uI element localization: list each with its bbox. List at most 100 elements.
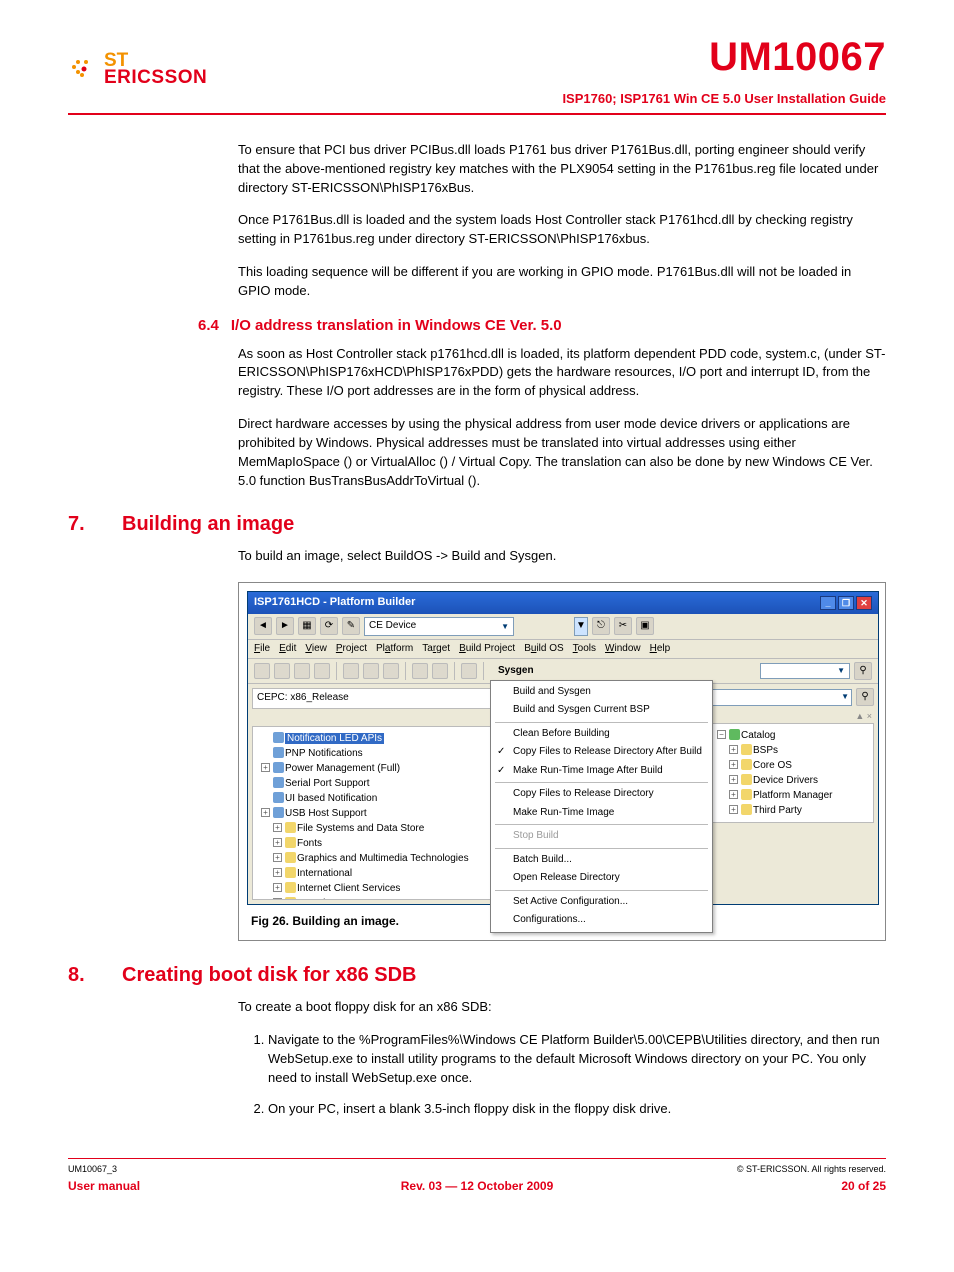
menu-build-os[interactable]: Build OS	[524, 642, 563, 657]
menu-item-clean-before[interactable]: Clean Before Building	[491, 725, 712, 744]
menu-help[interactable]: Help	[650, 642, 671, 657]
menu-bar[interactable]: File Edit View Project Platform Target B…	[248, 640, 878, 660]
toolbar-icon[interactable]: ⚲	[854, 662, 872, 680]
figure-26-container: ISP1761HCD - Platform Builder _ ❐ ✕ ◄ ► …	[238, 582, 886, 941]
platform-builder-window: ISP1761HCD - Platform Builder _ ❐ ✕ ◄ ► …	[247, 591, 879, 904]
tree-item[interactable]: International	[297, 868, 352, 879]
tree-item[interactable]: Notification LED APIs	[285, 733, 384, 744]
toolbar-combo[interactable]: ▼	[760, 663, 850, 679]
minimize-button[interactable]: _	[820, 596, 836, 610]
build-os-menu-trigger[interactable]: Sysgen	[490, 663, 542, 678]
catalog-pane: ▼ ⚲ ▲ × −Catalog +BSPs +Core OS +Device …	[708, 684, 878, 904]
catalog-item[interactable]: Platform Manager	[753, 790, 832, 801]
tree-item[interactable]: PNP Notifications	[285, 748, 363, 759]
toolbar-icon[interactable]: ✂	[614, 617, 632, 635]
pane-resize-handle[interactable]: ▲ ×	[712, 710, 874, 723]
menu-window[interactable]: Window	[605, 642, 641, 657]
small-dropdown[interactable]: ▼	[574, 617, 588, 636]
window-title-text: ISP1761HCD - Platform Builder	[254, 595, 415, 611]
menu-tools[interactable]: Tools	[573, 642, 596, 657]
menu-item-open-release-dir[interactable]: Open Release Directory	[491, 869, 712, 888]
menu-file[interactable]: File	[254, 642, 270, 657]
catalog-item[interactable]: Catalog	[741, 730, 775, 741]
section-6-4-title: I/O address translation in Windows CE Ve…	[231, 315, 562, 337]
tree-item[interactable]: USB Host Support	[285, 808, 367, 819]
menu-build-project[interactable]: Build Project	[459, 642, 515, 657]
toolbar-undo-icon[interactable]	[412, 663, 428, 679]
nav-back-button[interactable]: ◄	[254, 617, 272, 635]
body-paragraph: To create a boot floppy disk for an x86 …	[238, 998, 886, 1017]
pane-resize-handle[interactable]: ▲ ×	[252, 713, 513, 726]
tree-item[interactable]: Graphics and Multimedia Technologies	[297, 853, 469, 864]
section-7-title: Building an image	[122, 510, 294, 539]
section-7-number: 7.	[68, 510, 108, 539]
toolbar-icon[interactable]: ▣	[636, 617, 654, 635]
menu-item-make-rti-after[interactable]: ✓Make Run-Time Image After Build	[491, 762, 712, 781]
body-paragraph: Once P1761Bus.dll is loaded and the syst…	[238, 211, 886, 249]
tree-item[interactable]: Internet Client Services	[297, 883, 400, 894]
tree-item[interactable]: UI based Notification	[285, 793, 377, 804]
footer-doc-ref: UM10067_3	[68, 1163, 117, 1176]
toolbar-redo-icon[interactable]	[432, 663, 448, 679]
section-8-title: Creating boot disk for x86 SDB	[122, 961, 417, 990]
feature-tree[interactable]: Notification LED APIs PNP Notifications …	[252, 726, 513, 900]
catalog-search-icon[interactable]: ⚲	[856, 688, 874, 706]
menu-platform[interactable]: Platform	[376, 642, 413, 657]
menu-item-configurations[interactable]: Configurations...	[491, 911, 712, 930]
menu-project[interactable]: Project	[336, 642, 367, 657]
tree-item[interactable]: Serial Port Support	[285, 778, 370, 789]
footer-copyright: © ST-ERICSSON. All rights reserved.	[737, 1163, 886, 1176]
catalog-combo[interactable]: ▼	[712, 689, 852, 706]
toolbar-paste-icon[interactable]	[383, 663, 399, 679]
nav-forward-button[interactable]: ►	[276, 617, 294, 635]
toolbar-icon[interactable]	[461, 663, 477, 679]
footer-page-number: 20 of 25	[613, 1178, 886, 1195]
catalog-tree[interactable]: −Catalog +BSPs +Core OS +Device Drivers …	[712, 723, 874, 823]
tree-item[interactable]: Power Management (Full)	[285, 763, 400, 774]
tree-item[interactable]: Fonts	[297, 838, 322, 849]
toolbar-save-icon[interactable]	[294, 663, 310, 679]
catalog-item[interactable]: BSPs	[753, 745, 778, 756]
menu-target[interactable]: Target	[422, 642, 450, 657]
toolbar-saveall-icon[interactable]	[314, 663, 330, 679]
toolbar-copy-icon[interactable]	[363, 663, 379, 679]
toolbar-cut-icon[interactable]	[343, 663, 359, 679]
workspace-pane: CEPC: x86_Release ▼ ▲ × Notification LED…	[248, 684, 518, 904]
menu-item-copy-after[interactable]: ✓Copy Files to Release Directory After B…	[491, 743, 712, 762]
toolbar-icon[interactable]: ⎋	[592, 617, 610, 635]
logo-text-bottom: ERICSSON	[104, 69, 207, 86]
step-1: Navigate to the %ProgramFiles%\Windows C…	[268, 1031, 886, 1088]
toolbar-icon[interactable]: ✎	[342, 617, 360, 635]
toolbar-new-icon[interactable]	[254, 663, 270, 679]
catalog-item[interactable]: Core OS	[753, 760, 792, 771]
menu-view[interactable]: View	[305, 642, 327, 657]
tree-item[interactable]: Security	[297, 898, 333, 900]
menu-item-build-and-sysgen[interactable]: Build and Sysgen	[491, 683, 712, 702]
catalog-item[interactable]: Third Party	[753, 805, 802, 816]
menu-item-make-rti[interactable]: Make Run-Time Image	[491, 804, 712, 823]
catalog-item[interactable]: Device Drivers	[753, 775, 818, 786]
device-dropdown-value: CE Device	[369, 619, 416, 634]
section-6-4-number: 6.4	[198, 315, 219, 337]
close-button[interactable]: ✕	[856, 596, 872, 610]
header-rule	[68, 113, 886, 115]
menu-item-stop-build: Stop Build	[491, 827, 712, 846]
menu-item-build-and-sysgen-bsp[interactable]: Build and Sysgen Current BSP	[491, 701, 712, 720]
menu-item-set-active-config[interactable]: Set Active Configuration...	[491, 893, 712, 912]
footer-rule	[68, 1158, 886, 1159]
device-dropdown[interactable]: CE Device ▼	[364, 617, 514, 636]
toolbar-open-icon[interactable]	[274, 663, 290, 679]
menu-item-batch-build[interactable]: Batch Build...	[491, 851, 712, 870]
toolbar-icon[interactable]: ⟳	[320, 617, 338, 635]
logo-dots-icon	[68, 53, 100, 85]
maximize-button[interactable]: ❐	[838, 596, 854, 610]
section-8-number: 8.	[68, 961, 108, 990]
tree-item[interactable]: File Systems and Data Store	[297, 823, 424, 834]
menu-edit[interactable]: Edit	[279, 642, 296, 657]
footer-revision: Rev. 03 — 12 October 2009	[341, 1178, 614, 1195]
body-paragraph: This loading sequence will be different …	[238, 263, 886, 301]
menu-item-copy-files[interactable]: Copy Files to Release Directory	[491, 785, 712, 804]
window-titlebar[interactable]: ISP1761HCD - Platform Builder _ ❐ ✕	[248, 592, 878, 614]
config-dropdown[interactable]: CEPC: x86_Release	[257, 691, 349, 706]
toolbar-icon[interactable]: ▦	[298, 617, 316, 635]
